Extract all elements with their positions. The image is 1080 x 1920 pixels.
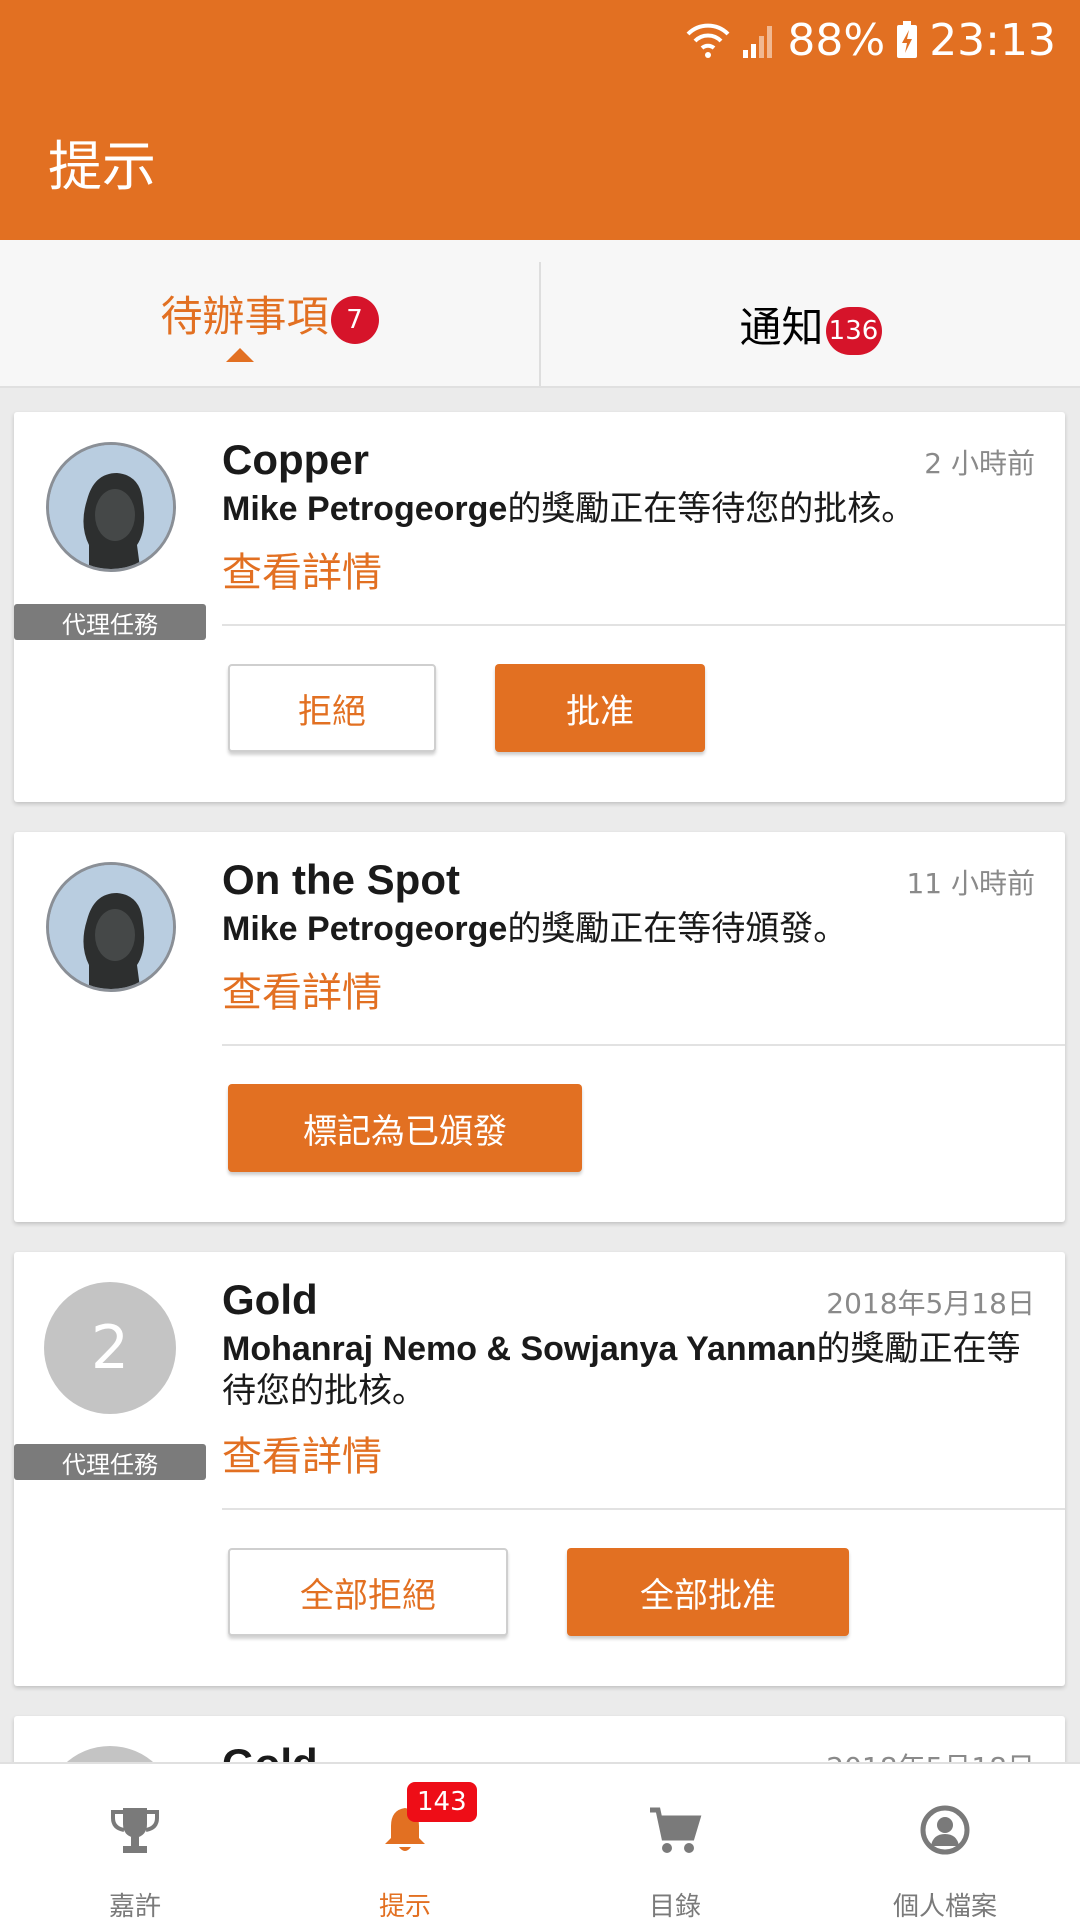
battery-percent: 88% — [787, 14, 886, 66]
nav-label: 嘉許 — [108, 1892, 161, 1920]
page-title: 提示 — [48, 135, 156, 198]
tab-badge: 136 — [825, 307, 882, 355]
divider — [222, 1508, 1065, 1510]
nav-item-profile[interactable]: 個人檔案 — [810, 1764, 1080, 1920]
view-details-link[interactable]: 查看詳情 — [222, 960, 382, 1018]
app-bar: 88% 23:13 提示 — [0, 0, 1080, 240]
approve-button[interactable]: 批准 — [495, 664, 705, 752]
nav-label: 提示 — [378, 1892, 431, 1920]
tab-label: 通知 — [739, 302, 824, 352]
task-card: 2 代理任務 Gold 2018年5月18日 Mohanraj Nemo & S… — [14, 1252, 1065, 1686]
profile-icon — [919, 1802, 971, 1858]
cart-icon — [648, 1802, 702, 1858]
view-details-link[interactable]: 查看詳情 — [222, 1424, 382, 1482]
nav-label: 個人檔案 — [892, 1892, 997, 1920]
tab-todo[interactable]: 待辦事項 7 — [0, 240, 539, 386]
nav-item-recognition[interactable]: 嘉許 — [0, 1764, 270, 1920]
tab-badge: 7 — [330, 296, 379, 344]
timestamp: 11 小時前 — [906, 867, 1035, 900]
tab-label: 待辦事項 — [160, 291, 329, 341]
divider — [222, 1044, 1065, 1046]
view-details-link[interactable]: 查看詳情 — [222, 540, 382, 598]
bottom-nav: 嘉許 143 提示 目錄 個人檔案 — [0, 1762, 1080, 1920]
active-tab-indicator — [225, 348, 254, 362]
nav-label: 目錄 — [648, 1892, 701, 1920]
award-title: Copper — [222, 436, 369, 483]
nominee-name: Mohanraj Nemo & Sowjanya Yanman — [222, 1330, 817, 1368]
task-card: On the Spot 11 小時前 Mike Petrogeorge的獎勵正在… — [14, 832, 1065, 1222]
task-card: 代理任務 Copper 2 小時前 Mike Petrogeorge的獎勵正在等… — [14, 412, 1065, 802]
timestamp: 2 小時前 — [924, 447, 1035, 480]
wifi-icon — [685, 20, 731, 60]
card-message: Mohanraj Nemo & Sowjanya Yanman的獎勵正在等待您的… — [222, 1329, 1021, 1411]
proxy-task-tag: 代理任務 — [14, 604, 206, 640]
battery-icon — [895, 20, 919, 60]
trophy-icon — [109, 1802, 161, 1858]
nominee-name: Mike Petrogeorge — [222, 910, 508, 948]
signal-icon — [741, 20, 777, 60]
avatar — [46, 862, 176, 992]
alerts-badge: 143 — [407, 1782, 477, 1822]
nav-item-catalog[interactable]: 目錄 — [540, 1764, 810, 1920]
award-title: Gold — [222, 1276, 318, 1323]
nominee-name: Mike Petrogeorge — [222, 490, 508, 528]
card-message: Mike Petrogeorge的獎勵正在等待頒發。 — [222, 909, 848, 949]
clock: 23:13 — [929, 14, 1056, 66]
reject-all-button[interactable]: 全部拒絕 — [228, 1548, 508, 1636]
reject-button[interactable]: 拒絕 — [228, 664, 436, 752]
card-message: Mike Petrogeorge的獎勵正在等待您的批核。 — [222, 489, 916, 529]
status-bar: 88% 23:13 — [685, 10, 1056, 70]
tab-notifications[interactable]: 通知 136 — [539, 262, 1080, 386]
divider — [222, 624, 1065, 626]
approve-all-button[interactable]: 全部批准 — [567, 1548, 849, 1636]
tab-bar: 待辦事項 7 通知 136 — [0, 240, 1080, 388]
timestamp: 2018年5月18日 — [826, 1287, 1035, 1320]
avatar — [46, 442, 176, 572]
nav-item-alerts[interactable]: 143 提示 — [270, 1764, 540, 1920]
proxy-task-tag: 代理任務 — [14, 1444, 206, 1480]
group-avatar: 2 — [44, 1282, 176, 1414]
mark-awarded-button[interactable]: 標記為已頒發 — [228, 1084, 582, 1172]
award-title: On the Spot — [222, 856, 460, 903]
